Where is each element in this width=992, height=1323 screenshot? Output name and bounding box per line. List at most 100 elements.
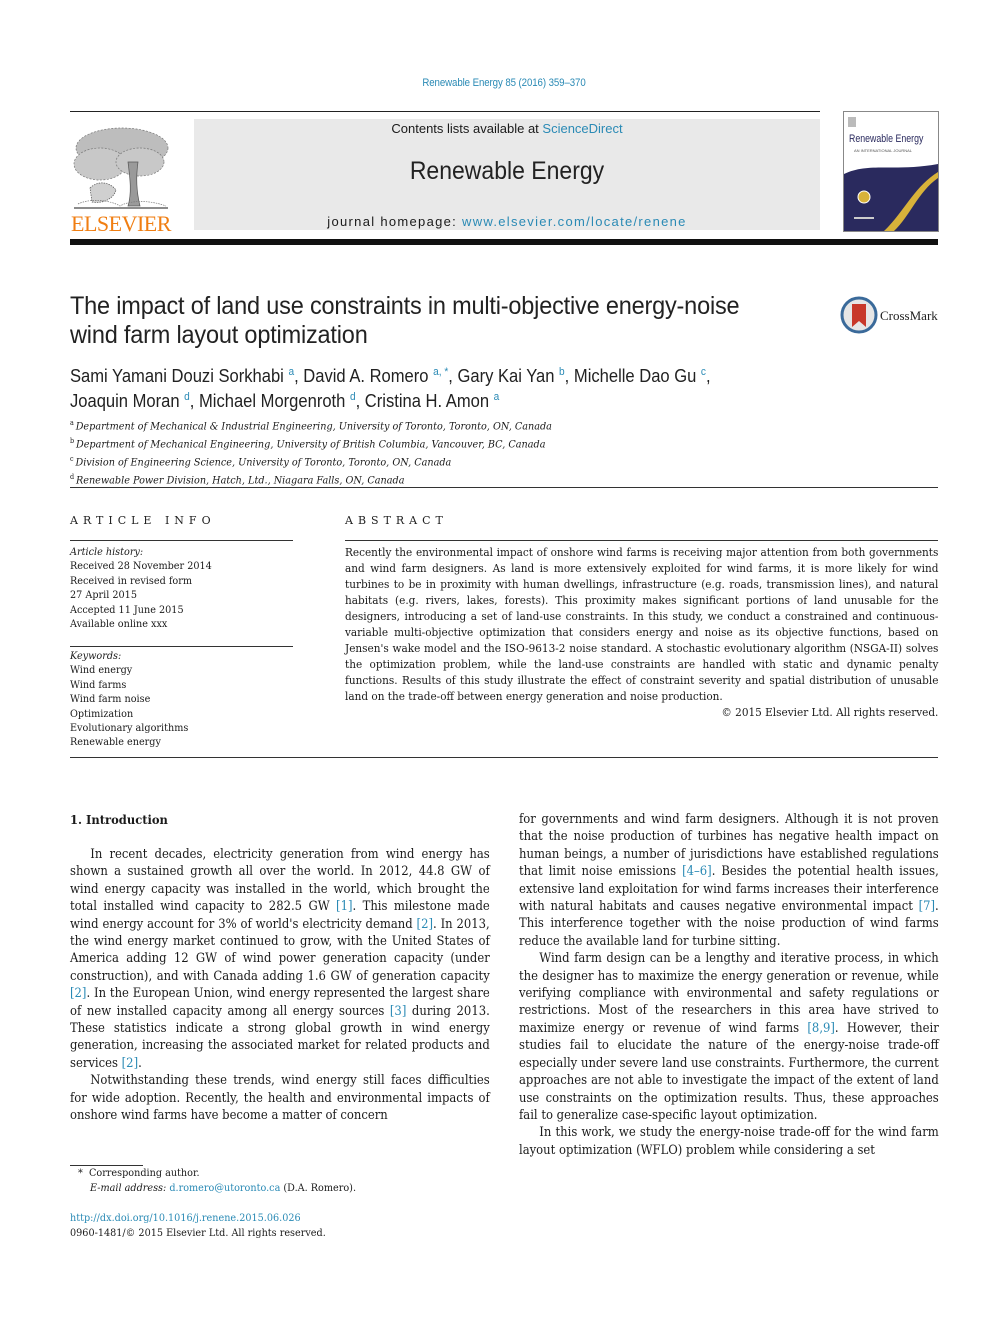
abstract-body: Recently the environmental impact of ons… (345, 544, 938, 720)
journal-homepage-line: journal homepage: www.elsevier.com/locat… (194, 214, 820, 229)
tree-icon (73, 127, 169, 209)
abstract-bottom-rule (70, 757, 938, 758)
article-info-rule (70, 540, 293, 541)
affiliation-item: c Division of Engineering Science, Univer… (70, 452, 622, 470)
cover-art (844, 117, 938, 231)
history-item: Received 28 November 2014 (70, 560, 212, 573)
body-paragraph: Notwithstanding these trends, wind energ… (70, 1072, 490, 1124)
author-separator: , (564, 366, 574, 386)
corresponding-label: Corresponding author. (88, 1167, 200, 1179)
history-item: Available online xxx (70, 618, 168, 631)
article-info-heading: ARTICLE INFO (70, 514, 216, 527)
homepage-prefix: journal homepage: (327, 214, 462, 229)
keyword-item: Evolutionary algorithms (70, 722, 189, 735)
citation-link[interactable]: [4–6] (682, 864, 712, 879)
author-separator: , (294, 366, 304, 386)
doi-link[interactable]: http://dx.doi.org/10.1016/j.renene.2015.… (70, 1211, 456, 1226)
article-title-line-2: wind farm layout optimization (70, 321, 368, 349)
corresponding-author-footnote: * Corresponding author. E-mail address: … (78, 1166, 464, 1195)
article-title-line-1: The impact of land use constraints in mu… (70, 292, 740, 320)
affiliation-key: a (70, 419, 74, 427)
abstract-paragraph: Recently the environmental impact of ons… (345, 545, 939, 703)
body-paragraph: Wind farm design can be a lengthy and it… (519, 950, 939, 1124)
header-top-rule (70, 111, 820, 112)
abstract-copyright: © 2015 Elsevier Ltd. All rights reserved… (721, 705, 939, 719)
journal-cover-thumbnail[interactable]: Renewable Energy AN INTERNATIONAL JOURNA… (843, 111, 939, 232)
affiliation-item: d Renewable Power Division, Hatch, Ltd., … (70, 470, 622, 488)
citation-link[interactable]: [3] (390, 1004, 406, 1019)
affiliation-key: d (70, 473, 75, 481)
crossmark-icon (840, 296, 878, 334)
author-name[interactable]: Gary Kai Yan (457, 366, 559, 386)
doi-block: http://dx.doi.org/10.1016/j.renene.2015.… (70, 1211, 456, 1240)
sciencedirect-link[interactable]: ScienceDirect (542, 121, 622, 136)
affiliation-key: c (70, 455, 74, 463)
email-line: E-mail address: d.romero@utoronto.ca (D.… (78, 1181, 464, 1196)
author-separator: , (189, 391, 200, 411)
keyword-list: Keywords: Wind energy Wind farms Wind fa… (70, 649, 282, 750)
affiliation-text: Division of Engineering Science, Univers… (75, 456, 452, 469)
introduction-heading: 1. Introduction (70, 812, 168, 827)
author-name[interactable]: Michael Morgenroth (199, 391, 350, 411)
contents-prefix: Contents lists available at (391, 121, 543, 136)
keyword-item: Wind farms (70, 678, 127, 691)
journal-citation-link[interactable]: Renewable Energy 85 (2016) 359–370 (60, 77, 947, 89)
header-thick-rule (70, 239, 938, 245)
article-history: Article history: Received 28 November 20… (70, 545, 282, 631)
author-separator: , (448, 366, 458, 386)
journal-homepage-link[interactable]: www.elsevier.com/locate/renene (462, 214, 687, 229)
citation-link[interactable]: [2] (70, 986, 86, 1001)
affiliation-key: b (70, 437, 75, 445)
keyword-item: Wind farm noise (70, 693, 151, 706)
abstract-heading: ABSTRACT (345, 514, 448, 527)
article-title: The impact of land use constraints in mu… (70, 292, 784, 350)
affiliation-text: Renewable Power Division, Hatch, Ltd., N… (75, 474, 405, 487)
keywords-label: Keywords: (70, 650, 122, 662)
abstract-rule (345, 540, 938, 541)
contents-available-line: Contents lists available at ScienceDirec… (194, 121, 820, 136)
body-text: In this work, we study the energy-noise … (519, 1125, 939, 1158)
citation-link[interactable]: [7] (919, 899, 935, 914)
footnote-marker: * (78, 1167, 83, 1179)
body-paragraph: In this work, we study the energy-noise … (519, 1124, 939, 1159)
author-list: Sami Yamani Douzi Sorkhabi a, David A. R… (70, 362, 806, 412)
author-email-link[interactable]: d.romero@utoronto.ca (169, 1182, 280, 1194)
affiliation-item: b Department of Mechanical Engineering, U… (70, 434, 622, 452)
affiliation-text: Department of Mechanical Engineering, Un… (75, 438, 546, 451)
history-item: Received in revised form (70, 574, 193, 587)
email-suffix: (D.A. Romero). (280, 1181, 357, 1194)
body-column-right: for governments and wind farm designers.… (519, 811, 939, 1159)
crossmark-button[interactable]: CrossMark (840, 296, 940, 336)
body-text: . (138, 1055, 142, 1071)
affiliation-divider (70, 487, 938, 488)
body-column-left: In recent decades, electricity generatio… (70, 846, 490, 1125)
keyword-item: Renewable energy (70, 736, 161, 749)
body-paragraph: for governments and wind farm designers.… (519, 811, 939, 950)
affiliation-item: a Department of Mechanical & Industrial E… (70, 416, 622, 434)
citation-link[interactable]: [1] (336, 899, 352, 914)
cover-subtitle: AN INTERNATIONAL JOURNAL (854, 148, 913, 153)
journal-name: Renewable Energy (409, 157, 605, 185)
citation-link[interactable]: [2] (122, 1056, 138, 1071)
email-label: E-mail address: (89, 1181, 167, 1194)
elsevier-wordmark: ELSEVIER (71, 211, 171, 236)
issn-copyright: 0960-1481/© 2015 Elsevier Ltd. All right… (70, 1226, 326, 1239)
author-name[interactable]: Sami Yamani Douzi Sorkhabi (70, 366, 288, 386)
citation-link[interactable]: [8,9] (807, 1021, 835, 1036)
author-affiliation-link[interactable]: a (494, 391, 500, 403)
author-name[interactable]: Cristina H. Amon (365, 391, 494, 411)
author-name[interactable]: Michelle Dao Gu (574, 366, 701, 386)
cover-title: Renewable Energy (849, 133, 924, 145)
author-separator: , (705, 366, 711, 386)
keyword-item: Optimization (70, 707, 134, 720)
author-name[interactable]: Joaquin Moran (70, 391, 184, 411)
author-name[interactable]: David A. Romero (303, 366, 433, 386)
citation-link[interactable]: [2] (417, 917, 433, 932)
affiliation-list: a Department of Mechanical & Industrial E… (70, 416, 622, 488)
affiliation-text: Department of Mechanical & Industrial En… (75, 420, 552, 433)
article-history-label: Article history: (70, 546, 144, 558)
history-item: 27 April 2015 (70, 589, 137, 602)
corresponding-author-line: * Corresponding author. (78, 1166, 464, 1181)
crossmark-label: CrossMark (880, 308, 938, 323)
author-affiliation-link[interactable]: a, * (433, 366, 448, 378)
